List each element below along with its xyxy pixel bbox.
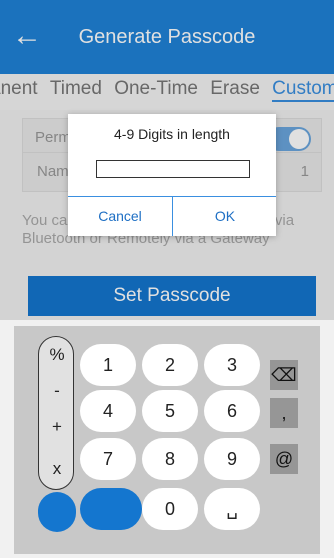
space-key-icon[interactable]: ␣ [204, 488, 260, 530]
key-at[interactable]: @ [270, 444, 298, 474]
key-2[interactable]: 2 [142, 344, 198, 386]
key-6[interactable]: 6 [204, 390, 260, 432]
key-4[interactable]: 4 [80, 390, 136, 432]
key-8[interactable]: 8 [142, 438, 198, 480]
ok-button[interactable]: OK [173, 197, 277, 236]
blue-key-small[interactable] [38, 492, 76, 532]
cancel-button[interactable]: Cancel [68, 197, 172, 236]
symbol-column: % - + x [38, 336, 74, 490]
key-comma[interactable]: , [270, 398, 298, 428]
key-5[interactable]: 5 [142, 390, 198, 432]
backspace-icon[interactable]: ⌫ [270, 360, 298, 390]
key-7[interactable]: 7 [80, 438, 136, 480]
key-plus[interactable]: + [39, 417, 75, 437]
dialog-title: 4-9 Digits in length [114, 126, 230, 142]
key-multiply[interactable]: x [39, 459, 75, 479]
passcode-input[interactable] [96, 160, 250, 178]
key-9[interactable]: 9 [204, 438, 260, 480]
blue-key-wide[interactable] [80, 488, 142, 530]
key-minus[interactable]: - [39, 381, 75, 401]
key-1[interactable]: 1 [80, 344, 136, 386]
key-3[interactable]: 3 [204, 344, 260, 386]
key-percent[interactable]: % [39, 345, 75, 365]
key-0[interactable]: 0 [142, 488, 198, 530]
passcode-dialog: 4-9 Digits in length Cancel OK [68, 114, 276, 236]
